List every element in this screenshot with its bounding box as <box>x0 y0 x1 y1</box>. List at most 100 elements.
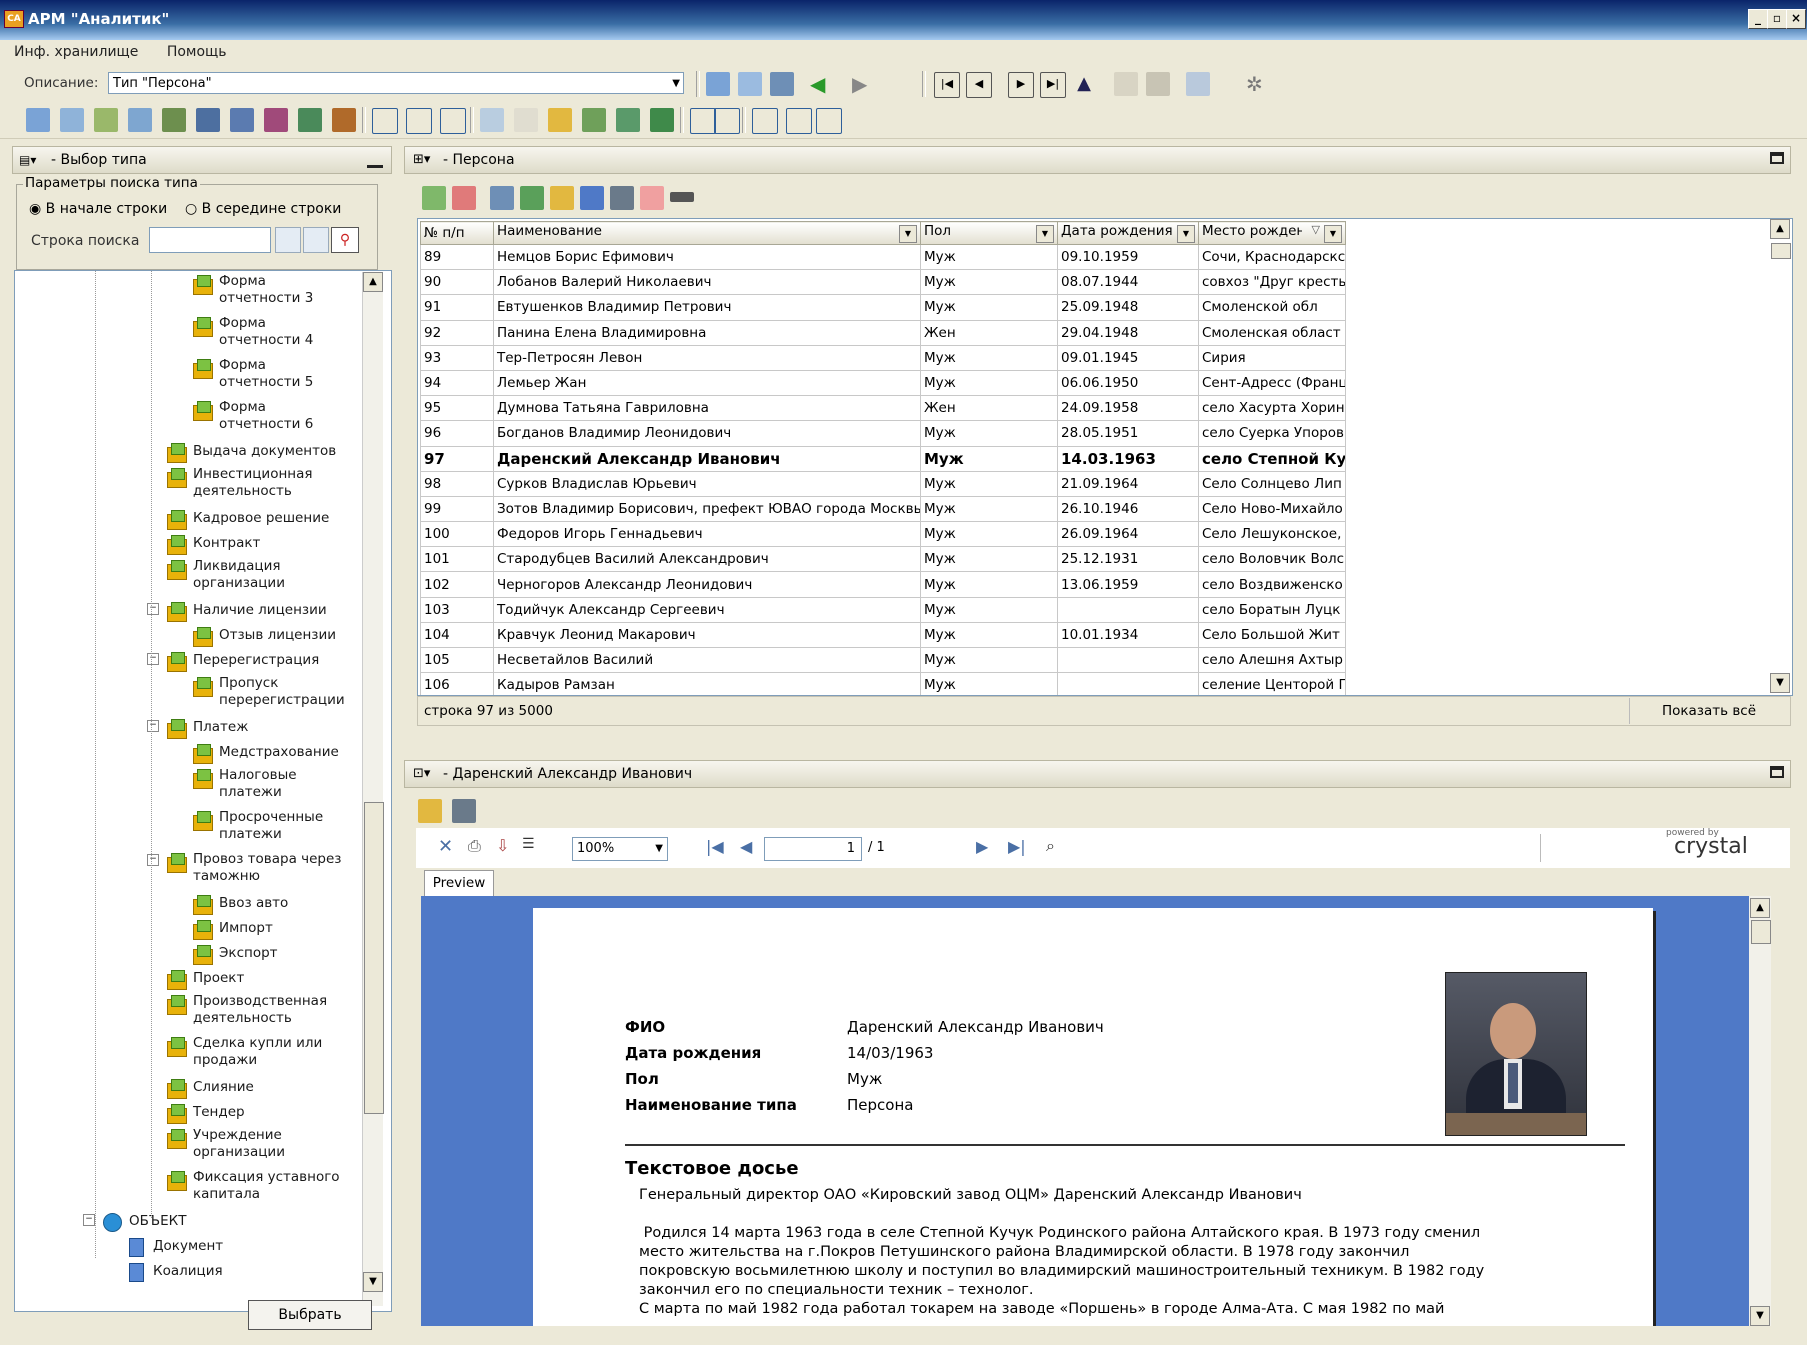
close-icon[interactable]: ✕ <box>438 836 453 857</box>
document-icon[interactable] <box>514 108 538 132</box>
list-icon[interactable] <box>406 108 432 134</box>
type-tree[interactable]: Форма отчетности 3 Форма отчетности 4 Форм… <box>14 270 392 1312</box>
export-icon[interactable] <box>1186 72 1210 96</box>
table-row[interactable]: 104 Кравчук Леонид Макарович Муж 10.01.1934… <box>420 621 1346 649</box>
collapse-icon[interactable]: − <box>147 653 159 665</box>
persona-grid[interactable]: № п/п Наименование ▼ Пол ▼ Дата рождения ▼ … <box>417 218 1793 696</box>
collapse-icon[interactable]: − <box>83 1214 95 1226</box>
description-combo[interactable]: Тип "Персона" ▼ <box>108 72 684 94</box>
delete-record-icon[interactable] <box>452 186 476 210</box>
menu-storage[interactable]: Инф. хранилище <box>0 40 148 60</box>
show-all-button[interactable]: Показать всё <box>1629 698 1788 724</box>
minimize-panel-icon[interactable] <box>367 165 383 168</box>
refresh-icon[interactable] <box>650 108 674 132</box>
table-icon[interactable] <box>372 108 398 134</box>
scroll-down-icon[interactable]: ▼ <box>1750 1306 1770 1326</box>
next-record-icon[interactable]: ▶ <box>1008 72 1034 98</box>
report-options-icon[interactable] <box>452 799 476 823</box>
table-row[interactable]: 90 Лобанов Валерий Николаевич Муж 08.07.194… <box>420 269 1346 296</box>
table-row[interactable]: 103 Тодийчук Александр Сергеевич Муж село Б… <box>420 596 1346 623</box>
table-row[interactable]: 92 Панина Елена Владимировна Жен 29.04.1948… <box>420 319 1346 346</box>
page-number-input[interactable]: 1 <box>764 837 862 861</box>
scroll-down-icon[interactable]: ▼ <box>363 1272 383 1292</box>
col-name[interactable]: Наименование ▼ <box>493 221 921 245</box>
people-icon[interactable] <box>94 108 118 132</box>
copy-icon[interactable] <box>1114 72 1138 96</box>
add-record-icon[interactable] <box>422 186 446 210</box>
search-list-icon[interactable] <box>298 108 322 132</box>
search-option-icon[interactable] <box>275 227 301 253</box>
table-row[interactable]: 106 Кадыров Рамзан Муж селение Центорой Г <box>420 672 1346 695</box>
report-icon[interactable] <box>610 186 634 210</box>
up-arrow-icon[interactable]: ▲ <box>1072 72 1096 96</box>
form-icon[interactable] <box>26 108 50 132</box>
tree-toggle-icon[interactable]: ☰ <box>522 836 535 852</box>
col-sex[interactable]: Пол ▼ <box>920 221 1058 245</box>
search-clear-icon[interactable] <box>303 227 329 253</box>
table-row[interactable]: 100 Федоров Игорь Геннадьевич Муж 26.09.196… <box>420 521 1346 548</box>
forward-arrow-icon[interactable]: ▶ <box>852 72 876 96</box>
table-row[interactable]: 105 Несветайлов Василий Муж село Алешня Ахт… <box>420 646 1346 674</box>
last-record-icon[interactable]: ▶| <box>1040 72 1066 98</box>
open-form-icon[interactable] <box>706 72 730 96</box>
open-report-icon[interactable] <box>418 799 442 823</box>
prev-page-icon[interactable]: ◀ <box>740 837 752 856</box>
scroll-up-icon[interactable]: ▲ <box>1770 219 1790 239</box>
radio-middle[interactable]: ○ В середине строки <box>185 201 341 217</box>
table-row[interactable]: 101 Стародубцев Василий Александрович Муж 2… <box>420 546 1346 573</box>
maximize-panel-icon[interactable] <box>1770 152 1784 164</box>
table-row[interactable]: 98 Сурков Владислав Юрьевич Муж 21.09.1964 С… <box>420 470 1346 497</box>
table-row[interactable]: 99 Зотов Владимир Борисович, префект ЮВАО… <box>420 495 1346 523</box>
report-scrollbar[interactable]: ▲ ▼ <box>1749 896 1771 1326</box>
split-horizontal-icon[interactable] <box>690 108 716 134</box>
search-go-icon[interactable]: ⚲ <box>331 227 359 253</box>
dropdown-icon[interactable]: ▼ <box>1177 225 1195 243</box>
next-page-icon[interactable]: ▶ <box>976 837 988 856</box>
dropdown-icon[interactable]: ▼ <box>1036 225 1054 243</box>
search-filter-icon[interactable] <box>264 108 288 132</box>
select-button[interactable]: Выбрать <box>248 1300 372 1330</box>
network-icon[interactable] <box>60 108 84 132</box>
link-icon[interactable] <box>128 108 152 132</box>
layout-2-icon[interactable] <box>786 108 812 134</box>
first-record-icon[interactable]: |◀ <box>934 72 960 98</box>
scroll-thumb[interactable] <box>1771 243 1791 259</box>
refresh-grid-icon[interactable] <box>520 186 544 210</box>
menu-help[interactable]: Помощь <box>153 40 237 60</box>
restore-button[interactable]: ▫ <box>1767 9 1787 29</box>
close-button[interactable]: × <box>1786 9 1806 29</box>
search-binoculars-icon[interactable] <box>196 108 220 132</box>
collapse-icon[interactable]: − <box>147 603 159 615</box>
grid-scrollbar[interactable]: ▲ ▼ <box>1770 219 1791 693</box>
columns-icon[interactable] <box>580 186 604 210</box>
table-row[interactable]: 93 Тер-Петросян Левон Муж 09.01.1945 Сирия <box>420 344 1346 371</box>
col-number[interactable]: № п/п <box>420 221 494 245</box>
details-icon[interactable] <box>440 108 466 134</box>
scroll-thumb[interactable] <box>364 802 384 1114</box>
search-input[interactable] <box>149 227 271 253</box>
search-advanced-icon[interactable] <box>230 108 254 132</box>
scroll-down-icon[interactable]: ▼ <box>1770 673 1790 693</box>
table-row[interactable]: 96 Богданов Владимир Леонидович Муж 28.05.1… <box>420 420 1346 447</box>
folder-icon[interactable] <box>548 108 572 132</box>
prev-record-icon[interactable]: ◀ <box>966 72 992 98</box>
dropdown-icon[interactable]: ▼ <box>899 225 917 243</box>
col-birthdate[interactable]: Дата рождения ▼ <box>1057 221 1199 245</box>
preview-tab[interactable]: Preview <box>424 870 494 897</box>
minimize-button[interactable]: _ <box>1748 9 1768 29</box>
table-row[interactable]: 89 Немцов Борис Ефимович Муж 09.10.1959 Сочи… <box>420 243 1346 271</box>
hierarchy-icon[interactable] <box>582 108 606 132</box>
zoom-select[interactable]: 100% ▼ <box>572 837 668 861</box>
chart-icon[interactable] <box>616 108 640 132</box>
edit-icon[interactable] <box>738 72 762 96</box>
scroll-up-icon[interactable]: ▲ <box>1750 898 1770 918</box>
scroll-up-icon[interactable]: ▲ <box>363 272 383 292</box>
radio-start[interactable]: ◉ В начале строки <box>29 201 167 217</box>
table-row[interactable]: 102 Черногоров Александр Леонидович Муж 13.… <box>420 571 1346 598</box>
table-row[interactable]: 94 Лемьер Жан Муж 06.06.1950 Сент-Адресс (Фр… <box>420 369 1346 397</box>
first-page-icon[interactable]: |◀ <box>706 837 724 856</box>
last-page-icon[interactable]: ▶| <box>1008 837 1026 856</box>
table-row[interactable]: 91 Евтушенков Владимир Петрович Муж 25.09.1… <box>420 294 1346 321</box>
zoom-icon[interactable] <box>480 108 504 132</box>
print-icon[interactable] <box>640 186 664 210</box>
